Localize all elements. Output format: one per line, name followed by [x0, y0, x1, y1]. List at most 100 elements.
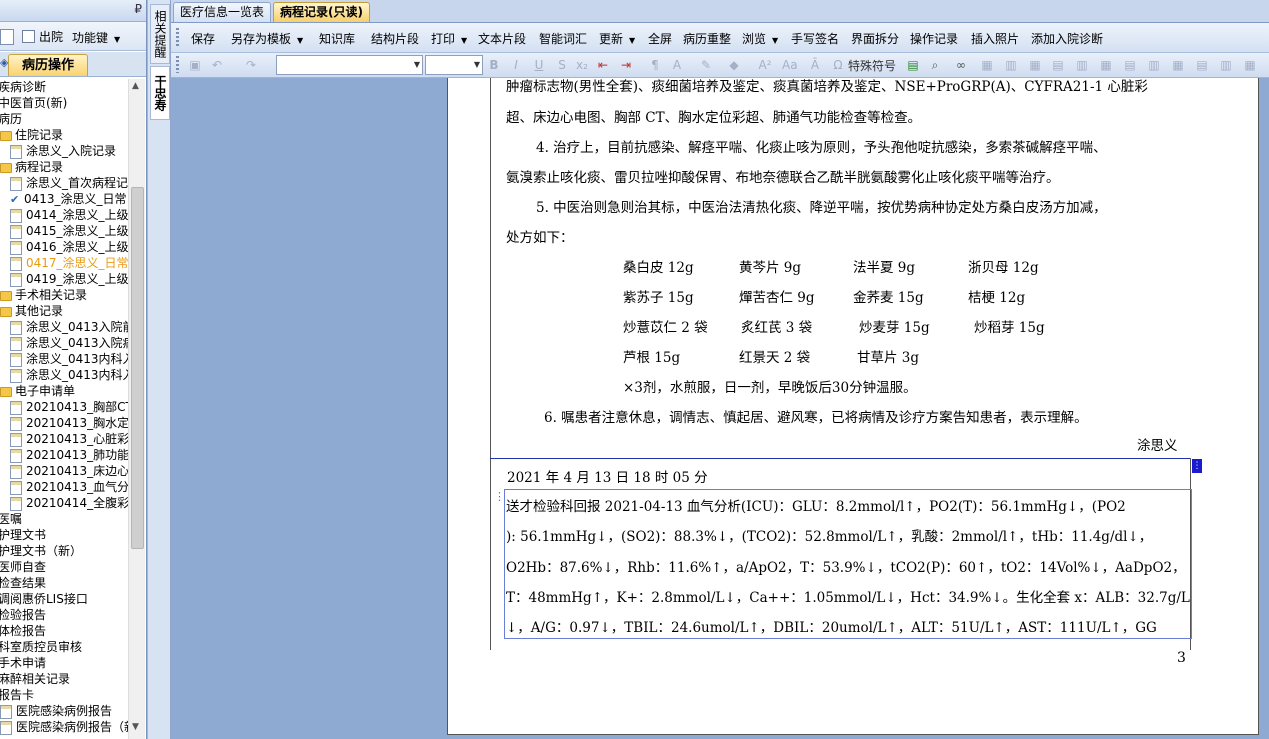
search-icon[interactable]: ⌕ [928, 58, 942, 72]
tree-item[interactable]: 疾病诊断 [0, 79, 46, 95]
table-border-icon[interactable]: ▥ [1147, 58, 1161, 72]
tree-item[interactable]: 20210413_胸水定位 [10, 415, 128, 431]
tab-patient-name[interactable]: 干忠寿 [150, 66, 170, 120]
tree-item[interactable]: 住院记录 [0, 127, 63, 143]
subscript-icon[interactable]: x₂ [575, 58, 589, 72]
scroll-down-icon[interactable]: ▼ [132, 722, 139, 732]
font-size-select[interactable]: ▼ [425, 55, 483, 75]
tree-item[interactable]: 医院感染病例报告 [0, 703, 112, 719]
toolbar-grip[interactable] [176, 28, 179, 47]
table-delete-col-icon[interactable]: ▥ [1075, 58, 1089, 72]
tree-item[interactable]: 护理文书（新） [0, 543, 82, 559]
tree-item[interactable]: 其他记录 [0, 303, 63, 319]
table-more-icon[interactable]: ▥ [1219, 58, 1233, 72]
clear-format-icon[interactable]: Ā [808, 58, 822, 72]
underline-icon[interactable]: U [532, 58, 546, 72]
tree-item[interactable]: 20210413_胸部CT平 [10, 399, 128, 415]
function-key-button[interactable]: 功能键 ▼ [72, 29, 120, 46]
tree-item[interactable]: 检验报告 [0, 607, 46, 623]
paint-icon[interactable]: ◆ [727, 58, 741, 72]
tree-item[interactable]: 20210413_血气分析 [10, 479, 128, 495]
table-insert-col-icon[interactable]: ▦ [1028, 58, 1042, 72]
tree-item[interactable]: 20210413_床边心电 [10, 463, 128, 479]
toolbar-button[interactable]: 打印 ▼ [431, 30, 467, 47]
tab-progress-record[interactable]: 病程记录(只读) [273, 2, 370, 22]
save-icon[interactable]: ▣ [188, 58, 202, 72]
tree-item[interactable]: 0414_涂思义_上级 [10, 207, 128, 223]
font-color-icon[interactable]: A [670, 58, 684, 72]
tree-item[interactable]: 20210414_全腹彩超 [10, 495, 128, 511]
toolbar-button[interactable]: 全屏 [648, 30, 672, 47]
add-note-icon[interactable]: ▤ [906, 58, 920, 72]
toolbar-button[interactable]: 另存为模板 ▼ [231, 30, 303, 47]
tree-item[interactable]: 中医首页(新) [0, 95, 67, 111]
tab-related-reminders[interactable]: 相关提醒 [150, 4, 170, 64]
tree-item[interactable]: 0419_涂思义_上级 [10, 271, 128, 287]
tree-item[interactable]: 电子申请单 [0, 383, 75, 399]
toolbar-button[interactable]: 更新 ▼ [599, 30, 635, 47]
font-name-select[interactable]: ▼ [276, 55, 423, 75]
toolbar-button[interactable]: 结构片段 [371, 30, 419, 47]
left-combo-stub[interactable] [0, 29, 14, 45]
section-marker-icon[interactable]: ⋮ [1192, 459, 1202, 473]
toolbar-button[interactable]: 保存 [191, 30, 215, 47]
tree-item[interactable]: 病历 [0, 111, 22, 127]
table-merge-icon[interactable]: ▦ [1099, 58, 1113, 72]
tree-item[interactable]: 麻醉相关记录 [0, 671, 70, 687]
tree-item[interactable]: 护理文书 [0, 527, 46, 543]
case-icon[interactable]: Aa [782, 58, 798, 72]
toolbar-button[interactable]: 操作记录 [910, 30, 958, 47]
toolbar-button[interactable]: 添加入院诊断 [1031, 30, 1103, 47]
tab-record-operations[interactable]: 病历操作 [8, 54, 88, 76]
bold-icon[interactable]: B [487, 58, 501, 72]
pin-icon[interactable]: ₽ [134, 2, 142, 16]
italic-icon[interactable]: I [509, 58, 523, 72]
highlight-icon[interactable]: ✎ [699, 58, 713, 72]
tree-item[interactable]: 涂思义_0413内科入 [10, 367, 128, 383]
table-insert-row-icon[interactable]: ▥ [1004, 58, 1018, 72]
undo-icon[interactable]: ↶ [210, 58, 224, 72]
tree-item[interactable]: 医嘱 [0, 511, 22, 527]
tree-item[interactable]: 科室质控员审核 [0, 639, 82, 655]
tree-item[interactable]: 涂思义_0413入院前 [10, 319, 128, 335]
paragraph-icon[interactable]: ¶ [648, 58, 662, 72]
tree-item[interactable]: 检查结果 [0, 575, 46, 591]
tree-item[interactable]: 0415_涂思义_上级 [10, 223, 128, 239]
table-align-icon[interactable]: ▤ [1195, 58, 1209, 72]
special-symbol-button[interactable]: 特殊符号 [848, 57, 896, 74]
toolbar-button[interactable]: 文本片段 [478, 30, 526, 47]
tree-item[interactable]: 报告卡 [0, 687, 34, 703]
superscript-icon[interactable]: A² [758, 58, 772, 72]
toolbar-button[interactable]: 浏览 ▼ [742, 30, 778, 47]
scrollbar-thumb[interactable] [131, 187, 144, 549]
table-grid-icon[interactable]: ▦ [1243, 58, 1257, 72]
indent-decrease-icon[interactable]: ⇤ [596, 58, 610, 72]
toolbar-button[interactable]: 界面拆分 [851, 30, 899, 47]
binoculars-icon[interactable]: ∞ [954, 58, 968, 72]
toolbar-button[interactable]: 智能词汇 [539, 30, 587, 47]
table-delete-row-icon[interactable]: ▤ [1051, 58, 1065, 72]
redo-icon[interactable]: ↷ [244, 58, 258, 72]
tree-item[interactable]: 病程记录 [0, 159, 63, 175]
strikethrough-icon[interactable]: S [555, 58, 569, 72]
table-properties-icon[interactable]: ▦ [1171, 58, 1185, 72]
tree-item[interactable]: 医师自查 [0, 559, 46, 575]
tree-scrollbar[interactable]: ▲ ▼ [128, 79, 145, 739]
omega-icon[interactable]: Ω [831, 58, 845, 72]
tree-item[interactable]: 涂思义_0413入院病 [10, 335, 128, 351]
tree-item[interactable]: 0416_涂思义_上级 [10, 239, 128, 255]
tree-item[interactable]: 手术相关记录 [0, 287, 87, 303]
tree-item[interactable]: 涂思义_入院记录 [10, 143, 116, 159]
tree-item[interactable]: 调阅惠侨LIS接口 [0, 591, 88, 607]
tree-item[interactable]: 涂思义_0413内科入 [10, 351, 128, 367]
scroll-up-icon[interactable]: ▲ [132, 81, 139, 91]
toolbar-button[interactable]: 知识库 [319, 30, 355, 47]
tree-item[interactable]: 涂思义_首次病程记 [10, 175, 128, 191]
table-icon[interactable]: ▦ [980, 58, 994, 72]
indent-increase-icon[interactable]: ⇥ [619, 58, 633, 72]
toolbar-button[interactable]: 病历重整 [683, 30, 731, 47]
tree-item[interactable]: ✔ 0413_涂思义_日常 [10, 191, 127, 207]
toolbar-button[interactable]: 插入照片 [971, 30, 1019, 47]
tree-item[interactable]: 手术申请 [0, 655, 46, 671]
drag-handle-icon[interactable]: ⋮ [494, 490, 505, 503]
